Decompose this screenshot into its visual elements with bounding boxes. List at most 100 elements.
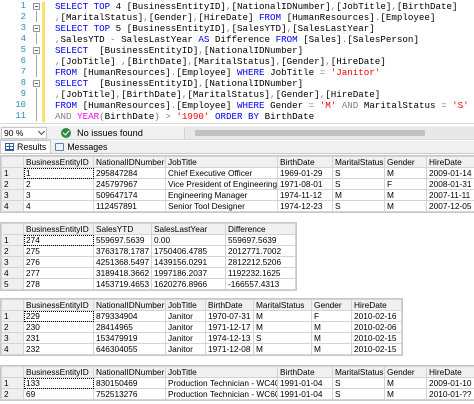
table-cell[interactable]: 1750406.4785 [151, 245, 226, 257]
table-cell[interactable]: 69 [23, 388, 94, 400]
row-number[interactable]: 5 [1, 278, 24, 290]
collapse-toggle-icon[interactable] [33, 80, 40, 87]
table-cell[interactable]: 278 [23, 278, 94, 290]
table-cell[interactable]: 3189418.3662 [93, 267, 152, 279]
table-cell[interactable]: 245797967 [93, 178, 166, 190]
table-cell[interactable]: 830150469 [93, 377, 166, 389]
table-cell[interactable]: 229 [23, 310, 94, 322]
table-cell[interactable]: 4 [23, 200, 94, 212]
table-cell[interactable]: 277 [23, 267, 94, 279]
column-header[interactable]: NationalIDNumber [93, 366, 166, 378]
table-row[interactable]: 2 230 28414965 Janitor 1971-12-17 M M 2010-02-0… [1, 321, 402, 333]
table-cell[interactable]: F [311, 310, 352, 322]
table-row[interactable]: 4 232 646304055 Janitor 1971-12-08 M M 2010-02-… [1, 343, 402, 355]
table-row[interactable]: 4 277 3189418.3662 1997186.2037 1192232.1625 [1, 267, 296, 279]
table-row[interactable]: 2 2 245797967 Vice President of Engineering… [1, 178, 474, 190]
table-cell[interactable]: 1439156.0291 [151, 256, 226, 268]
table-cell[interactable]: 1974-11-12 [277, 189, 333, 201]
row-number[interactable]: 3 [1, 189, 24, 201]
table-cell[interactable]: 2812212.5206 [225, 256, 296, 268]
row-number[interactable]: 3 [1, 256, 24, 268]
table-cell[interactable]: 112457891 [93, 200, 166, 212]
table-cell[interactable]: Janitor [165, 332, 206, 344]
column-header[interactable]: Gender [384, 156, 427, 168]
table-cell[interactable]: 559697.5639 [225, 234, 296, 246]
table-cell[interactable]: 1970-07-31 [205, 310, 254, 322]
column-header[interactable]: SalesLastYear [151, 223, 226, 235]
table-cell[interactable]: 153479919 [93, 332, 166, 344]
table-cell[interactable]: 2010-02-15 [351, 332, 402, 344]
column-header[interactable]: NationalIDNumber [93, 156, 166, 168]
table-cell[interactable]: 2010-02-06 [351, 321, 402, 333]
table-cell[interactable]: M [384, 189, 427, 201]
table-cell[interactable]: S [332, 200, 385, 212]
column-header[interactable]: Gender [311, 299, 352, 311]
column-header[interactable]: BirthDate [205, 299, 254, 311]
table-cell[interactable]: M [311, 343, 352, 355]
table-cell[interactable]: 2010-01-?? [426, 388, 474, 400]
grid-corner[interactable] [1, 299, 24, 311]
column-header[interactable]: BusinessEntityID [23, 366, 94, 378]
table-cell[interactable]: 2007-12-05 [426, 200, 474, 212]
column-header[interactable]: HireDate [426, 156, 474, 168]
table-cell[interactable]: 3 [23, 189, 94, 201]
grid-corner[interactable] [1, 223, 24, 235]
table-cell[interactable]: 646304055 [93, 343, 166, 355]
column-header[interactable]: HireDate [426, 366, 474, 378]
result-grid-4[interactable]: BusinessEntityID NationalIDNumber JobTitle… [0, 365, 474, 401]
table-cell[interactable]: 1192232.1625 [225, 267, 296, 279]
row-number[interactable]: 4 [1, 343, 24, 355]
table-cell[interactable]: M [311, 332, 352, 344]
row-number[interactable]: 4 [1, 267, 24, 279]
table-cell[interactable]: S [332, 377, 385, 389]
column-header[interactable]: MaritalStatus [332, 366, 385, 378]
table-cell[interactable]: M [253, 321, 312, 333]
column-header[interactable]: NationalIDNumber [93, 299, 166, 311]
table-cell[interactable]: S [253, 332, 312, 344]
table-cell[interactable]: 231 [23, 332, 94, 344]
row-number[interactable]: 3 [1, 332, 24, 344]
table-cell[interactable]: 1991-01-04 [277, 377, 333, 389]
table-cell[interactable]: 133 [23, 377, 94, 389]
table-cell[interactable]: 752513276 [93, 388, 166, 400]
row-number[interactable]: 1 [1, 377, 24, 389]
table-cell[interactable]: 1991-01-04 [277, 388, 333, 400]
table-row[interactable]: 1 274 559697.5639 0.00 559697.5639 [1, 234, 296, 246]
table-cell[interactable]: 509647174 [93, 189, 166, 201]
grid-corner[interactable] [1, 156, 24, 168]
column-header[interactable]: JobTitle [165, 366, 278, 378]
row-number[interactable]: 2 [1, 178, 24, 190]
table-cell[interactable]: 879334904 [93, 310, 166, 322]
column-header[interactable]: JobTitle [165, 156, 278, 168]
table-cell[interactable]: 2008-01-31 [426, 178, 474, 190]
column-header[interactable]: Difference [225, 223, 296, 235]
table-cell[interactable]: 2009-01-14 [426, 167, 474, 179]
table-cell[interactable]: Janitor [165, 321, 206, 333]
table-cell[interactable]: M [253, 343, 312, 355]
column-header[interactable]: BusinessEntityID [23, 223, 94, 235]
row-number[interactable]: 2 [1, 388, 24, 400]
table-row[interactable]: 1 1 295847284 Chief Executive Officer 1969-0… [1, 167, 474, 179]
tab-results[interactable]: Results [0, 140, 52, 153]
column-header[interactable]: SalesYTD [93, 223, 152, 235]
table-cell[interactable]: 1971-08-01 [277, 178, 333, 190]
table-row[interactable]: 3 3 509647174 Engineering Manager 1974-11-12… [1, 189, 474, 201]
row-number[interactable]: 2 [1, 245, 24, 257]
table-cell[interactable]: Janitor [165, 310, 206, 322]
query-editor[interactable]: 1 2 3 4 5 6 7 8 9 10 11 SELECT TOP 4 [BusinessEnti… [0, 0, 474, 124]
column-header[interactable]: HireDate [351, 299, 402, 311]
table-cell[interactable]: M [384, 377, 427, 389]
table-cell[interactable]: 274 [23, 234, 94, 246]
table-row[interactable]: 2 275 3763178.1787 1750406.4785 2012771.7002 [1, 245, 296, 257]
table-cell[interactable]: Engineering Manager [165, 189, 278, 201]
table-cell[interactable]: S [332, 388, 385, 400]
table-cell[interactable]: 232 [23, 343, 94, 355]
column-header[interactable]: MaritalStatus [253, 299, 312, 311]
column-header[interactable]: MaritalStatus [332, 156, 385, 168]
table-row[interactable]: 4 4 112457891 Senior Tool Designer 1974-12-2… [1, 200, 474, 212]
table-cell[interactable]: 4251368.5497 [93, 256, 152, 268]
table-row[interactable]: 3 231 153479919 Janitor 1974-12-13 S M 2010-02-… [1, 332, 402, 344]
table-cell[interactable]: 559697.5639 [93, 234, 152, 246]
table-cell[interactable]: 1974-12-13 [205, 332, 254, 344]
table-cell[interactable]: 1974-12-23 [277, 200, 333, 212]
